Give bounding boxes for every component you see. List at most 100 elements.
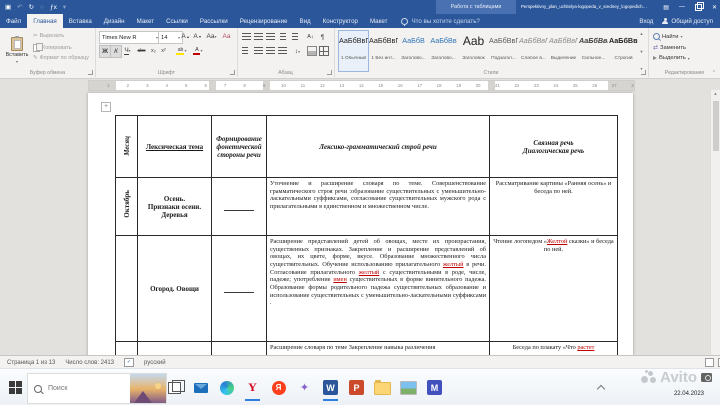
clear-formatting-button[interactable]: Аа — [220, 31, 233, 42]
yandex-browser-icon[interactable]: Я — [270, 379, 287, 396]
cell-topic-vegetables[interactable]: Огород. Овощи — [137, 235, 212, 342]
m-app-icon[interactable]: M — [426, 379, 443, 396]
clipboard-dialog-launcher-icon[interactable] — [88, 70, 93, 75]
paragraph-dialog-launcher-icon[interactable] — [327, 70, 332, 75]
tab-layout[interactable]: Макет — [131, 14, 161, 28]
cell-speech-row1[interactable]: Рассматривание картины «Ранняя осень» и … — [489, 177, 618, 236]
table-move-handle[interactable]: + — [101, 102, 111, 112]
sort-button[interactable]: А↓ — [304, 32, 317, 42]
tab-design[interactable]: Дизайн — [98, 14, 131, 28]
tell-me-box[interactable]: Что вы хотите сделать? — [401, 14, 480, 28]
scroll-up-icon[interactable]: ▲ — [711, 91, 720, 96]
header-month[interactable]: Месяц — [115, 115, 138, 178]
align-right-button[interactable] — [265, 46, 276, 56]
yandex-start-icon[interactable]: Y — [244, 379, 261, 401]
copy-button[interactable]: Копировать — [33, 42, 72, 52]
qat-customize-caret-icon[interactable]: ▾ — [63, 3, 66, 11]
grow-font-button[interactable]: А ▲ — [180, 31, 191, 42]
style-heading1[interactable]: АаБбВ Заголово... — [398, 30, 429, 72]
sign-in-link[interactable]: Вход — [639, 18, 653, 25]
search-input[interactable] — [46, 384, 108, 393]
paste-button[interactable]: Вставить ▾ — [4, 30, 30, 70]
find-button[interactable]: Найти ▾ — [653, 33, 683, 40]
header-phonetics[interactable]: Формирование фонетической стороны речи — [211, 115, 267, 178]
ribbon-display-options-icon[interactable]: ▤ — [663, 4, 669, 11]
print-layout-view-icon[interactable] — [705, 358, 714, 367]
superscript-button[interactable]: x² — [159, 45, 168, 56]
format-painter-button[interactable]: ✎ Формат по образцу — [33, 55, 89, 61]
start-button[interactable] — [9, 381, 22, 394]
tab-references[interactable]: Ссылки — [160, 14, 194, 28]
cell-speech-row3[interactable]: Беседа по плакату «Что растет — [489, 341, 618, 355]
line-spacing-button[interactable]: ↕ ▾ — [291, 46, 304, 56]
shading-button[interactable] — [306, 46, 317, 56]
tray-chevron-icon[interactable] — [596, 384, 606, 394]
styles-dialog-launcher-icon[interactable] — [641, 70, 646, 75]
justify-button[interactable] — [277, 46, 288, 56]
increase-indent-button[interactable] — [291, 32, 302, 42]
fx-icon[interactable]: ƒx — [50, 4, 57, 11]
underline-button[interactable]: Ч ▾ — [121, 45, 134, 56]
word-app-icon[interactable]: W — [322, 379, 339, 401]
font-family-combobox[interactable]: Times New R ▾ — [99, 31, 161, 44]
redo-icon[interactable]: ↻ — [29, 3, 34, 11]
subscript-button[interactable]: x₂ — [149, 45, 158, 56]
photos-app-icon[interactable] — [400, 379, 417, 396]
tab-table-layout[interactable]: Макет — [364, 14, 394, 28]
style-strong[interactable]: АаБбВвГг Строгий — [608, 30, 639, 72]
proofing-icon[interactable]: ✓ — [124, 358, 135, 367]
style-heading2[interactable]: АаБбВв Заголово... — [428, 30, 459, 72]
language-indicator[interactable]: русский — [144, 360, 166, 366]
decrease-indent-button[interactable] — [279, 32, 290, 42]
mail-app-icon[interactable] — [192, 379, 209, 396]
cell-topic-row3[interactable] — [137, 341, 212, 355]
tab-table-design[interactable]: Конструктор — [317, 14, 364, 28]
close-icon[interactable]: ✕ — [712, 4, 717, 11]
taskbar-date[interactable]: 22.04.2023 — [674, 391, 704, 397]
tab-review[interactable]: Рецензирование — [234, 14, 294, 28]
file-explorer-icon[interactable] — [374, 379, 391, 396]
task-view-icon[interactable] — [168, 379, 185, 394]
taskbar-search-box[interactable] — [27, 373, 167, 404]
cell-month-october[interactable]: Октябрь — [115, 177, 138, 236]
tab-home[interactable]: Главная — [27, 14, 63, 28]
shrink-font-button[interactable]: А ▼ — [192, 31, 203, 42]
page-indicator[interactable]: Страница 1 из 13 — [7, 360, 55, 366]
cell-phonetics-row3[interactable] — [211, 341, 267, 355]
cell-lexgram-row1[interactable]: Уточнение и расширение словаря по теме. … — [266, 177, 490, 236]
cell-speech-row2[interactable]: Чтение логопедом «Желтой сказки» и бесед… — [489, 235, 618, 342]
cell-lexgram-row2[interactable]: Расширение представлений детей об овощах… — [266, 235, 490, 342]
touch-mode-icon[interactable]: ○ — [40, 4, 44, 11]
style-subtitle[interactable]: АаБбВвГ Подзагол... — [488, 30, 519, 72]
edge-browser-icon[interactable] — [218, 379, 235, 396]
align-left-button[interactable] — [241, 46, 252, 56]
restore-icon[interactable] — [694, 1, 705, 11]
scrollbar-thumb[interactable] — [712, 101, 719, 151]
collapse-ribbon-icon[interactable]: ⌃ — [712, 70, 716, 76]
sparkle-app-icon[interactable]: ✦ — [296, 379, 313, 396]
style-intense-emphasis[interactable]: АаБбВвГг Сильное... — [578, 30, 609, 72]
cell-month-empty2[interactable] — [115, 341, 138, 355]
select-button[interactable]: Выделить ▾ — [653, 55, 690, 61]
header-speech[interactable]: Связная речь Диалогическая речь — [489, 115, 618, 178]
numbering-button[interactable] — [253, 32, 264, 42]
style-emphasis[interactable]: АаБбВвГг Выделение — [548, 30, 579, 72]
font-dialog-launcher-icon[interactable] — [230, 70, 235, 75]
news-weather-widget[interactable] — [130, 374, 166, 403]
minimize-icon[interactable]: — — [679, 4, 685, 10]
tab-insert[interactable]: Вставка — [63, 14, 98, 28]
cell-topic-autumn[interactable]: Осень. Признаки осени. Деревья — [137, 177, 212, 236]
cell-lexgram-row3[interactable]: Расширение словаря по теме Закрепление н… — [266, 341, 490, 355]
change-case-button[interactable]: Аа ▾ — [205, 31, 218, 42]
undo-icon[interactable]: ↶ — [17, 3, 22, 11]
align-center-button[interactable] — [253, 46, 264, 56]
header-lexgram[interactable]: Лексико-грамматический строй речи — [266, 115, 490, 178]
tab-mailings[interactable]: Рассылки — [194, 14, 234, 28]
multilevel-list-button[interactable] — [265, 32, 276, 42]
cell-phonetics-row2[interactable] — [211, 235, 267, 342]
cell-phonetics-row1[interactable] — [211, 177, 267, 236]
share-button[interactable]: Общий доступ — [662, 18, 713, 25]
show-marks-button[interactable]: ¶ — [318, 32, 327, 42]
highlight-color-button[interactable]: ab ▾ — [174, 45, 189, 56]
style-normal[interactable]: АаБбВвГг 1 Обычный — [338, 30, 369, 72]
